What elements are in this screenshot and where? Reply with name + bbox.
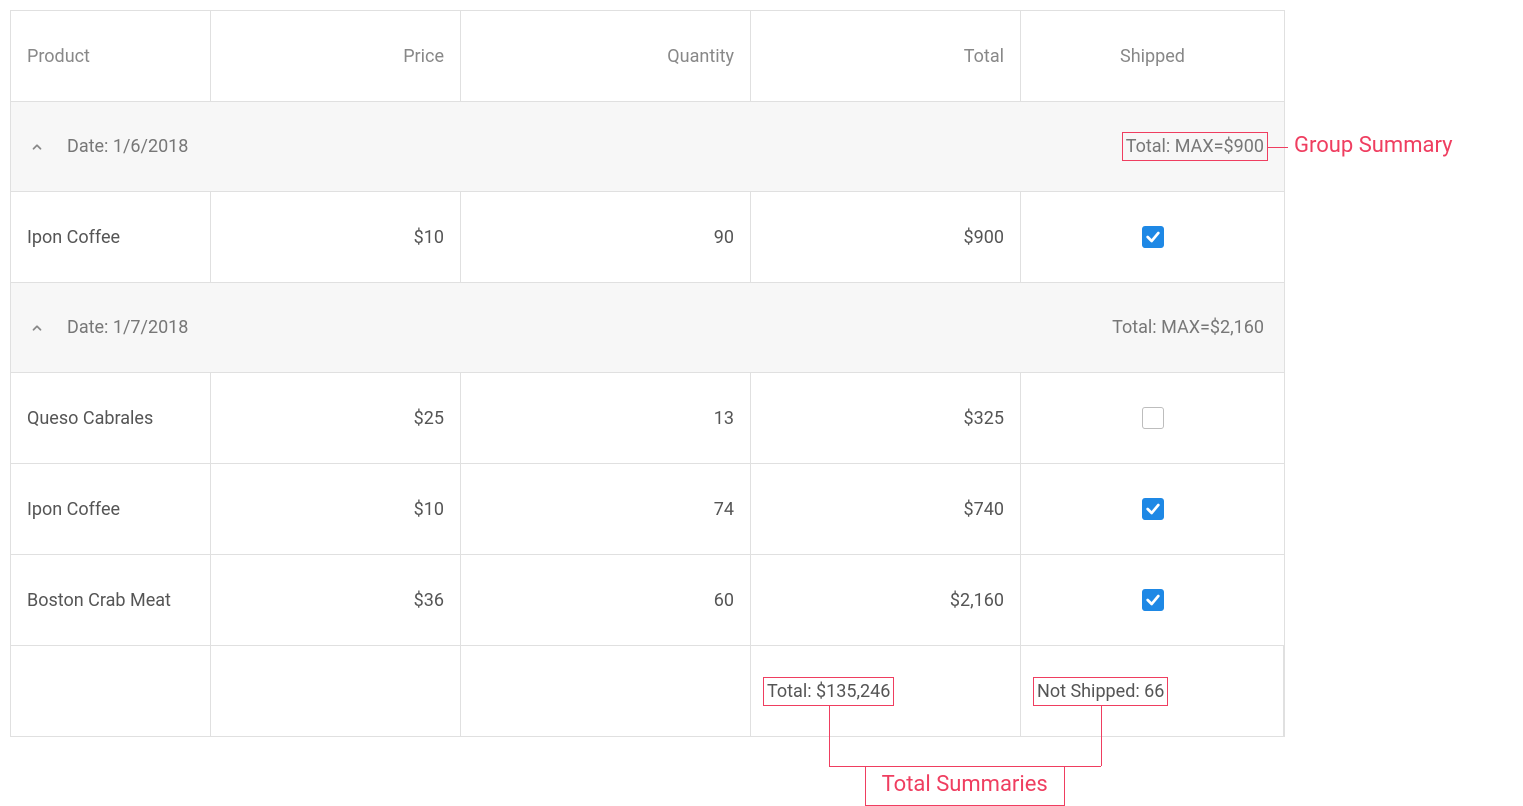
cell-text: $2,160 <box>950 590 1004 611</box>
cell-text: $325 <box>964 408 1004 429</box>
cell-text: Ipon Coffee <box>27 227 120 248</box>
column-header-label: Product <box>27 46 90 67</box>
column-header-quantity[interactable]: Quantity <box>461 11 751 101</box>
cell-text: $740 <box>964 499 1004 520</box>
table-row: Ipon Coffee $10 90 $900 <box>11 192 1284 283</box>
column-header-shipped[interactable]: Shipped <box>1021 11 1284 101</box>
cell-text: $10 <box>414 227 444 248</box>
column-header-label: Total <box>964 46 1004 67</box>
annotation-line <box>1268 147 1288 149</box>
annotation-box <box>1033 677 1168 706</box>
group-row[interactable]: Date: 1/7/2018 Total: MAX=$2,160 <box>11 283 1284 373</box>
shipped-checkbox[interactable] <box>1142 589 1164 611</box>
group-row[interactable]: Date: 1/6/2018 Total: MAX=$900 <box>11 102 1284 192</box>
cell-product: Ipon Coffee <box>11 192 211 282</box>
cell-shipped <box>1021 555 1284 645</box>
cell-shipped <box>1021 192 1284 282</box>
annotation-line <box>829 706 831 766</box>
cell-text: $10 <box>414 499 444 520</box>
annotation-label: Group Summary <box>1294 133 1453 158</box>
column-header-price[interactable]: Price <box>211 11 461 101</box>
shipped-checkbox[interactable] <box>1142 226 1164 248</box>
annotation-label: Total Summaries <box>865 772 1065 797</box>
cell-product: Queso Cabrales <box>11 373 211 463</box>
table-row: Boston Crab Meat $36 60 $2,160 <box>11 555 1284 646</box>
cell-text: $36 <box>414 590 444 611</box>
annotation-box <box>1122 132 1268 161</box>
footer-cell <box>461 646 751 736</box>
cell-product: Ipon Coffee <box>11 464 211 554</box>
cell-quantity: 74 <box>461 464 751 554</box>
table-row: Ipon Coffee $10 74 $740 <box>11 464 1284 555</box>
cell-total: $740 <box>751 464 1021 554</box>
shipped-checkbox[interactable] <box>1142 407 1164 429</box>
column-header-label: Price <box>403 46 444 67</box>
cell-price: $10 <box>211 464 461 554</box>
cell-text: $900 <box>964 227 1004 248</box>
cell-shipped <box>1021 373 1284 463</box>
chevron-up-icon <box>27 140 47 154</box>
cell-price: $10 <box>211 192 461 282</box>
footer-cell <box>211 646 461 736</box>
cell-text: Boston Crab Meat <box>27 590 171 611</box>
group-label: Date: 1/6/2018 <box>67 136 1126 157</box>
cell-price: $36 <box>211 555 461 645</box>
cell-text: 60 <box>714 590 734 611</box>
table-row: Queso Cabrales $25 13 $325 <box>11 373 1284 464</box>
column-header-label: Shipped <box>1120 46 1185 67</box>
cell-price: $25 <box>211 373 461 463</box>
cell-text: 13 <box>714 408 734 429</box>
cell-total: $900 <box>751 192 1021 282</box>
cell-total: $2,160 <box>751 555 1021 645</box>
cell-quantity: 60 <box>461 555 751 645</box>
cell-shipped <box>1021 464 1284 554</box>
cell-total: $325 <box>751 373 1021 463</box>
annotation-box <box>763 677 894 706</box>
cell-text: Queso Cabrales <box>27 408 153 429</box>
cell-product: Boston Crab Meat <box>11 555 211 645</box>
cell-text: Ipon Coffee <box>27 499 120 520</box>
column-header-label: Quantity <box>667 46 734 67</box>
cell-text: $25 <box>414 408 444 429</box>
column-header-product[interactable]: Product <box>11 11 211 101</box>
footer-cell <box>11 646 211 736</box>
grid-header: Product Price Quantity Total Shipped <box>11 11 1284 102</box>
chevron-up-icon <box>27 321 47 335</box>
shipped-checkbox[interactable] <box>1142 498 1164 520</box>
cell-text: 74 <box>714 499 734 520</box>
column-header-total[interactable]: Total <box>751 11 1021 101</box>
cell-quantity: 13 <box>461 373 751 463</box>
group-summary: Total: MAX=$2,160 <box>1112 317 1264 338</box>
annotation-line <box>1101 706 1103 766</box>
cell-text: 90 <box>714 227 734 248</box>
data-grid: Product Price Quantity Total Shipped Dat… <box>10 10 1285 737</box>
cell-quantity: 90 <box>461 192 751 282</box>
group-label: Date: 1/7/2018 <box>67 317 1112 338</box>
